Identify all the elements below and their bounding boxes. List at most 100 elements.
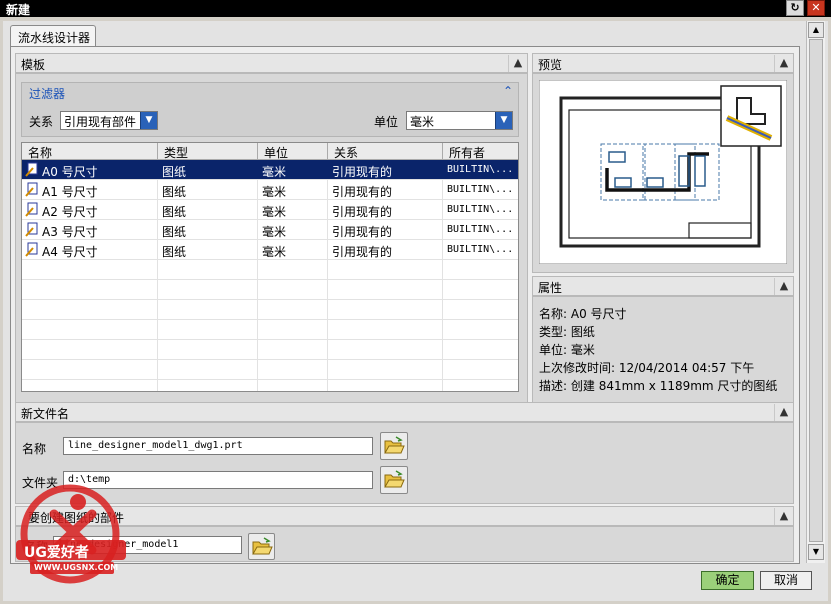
folder-open-icon (384, 436, 405, 454)
drawing-preview-image (539, 80, 787, 264)
drawing-template-icon (25, 242, 38, 257)
cell-owner: BUILTIN\... (447, 244, 514, 255)
cell-relation: 引用现有的 (332, 165, 393, 179)
folder-input[interactable]: d:\temp (63, 471, 373, 489)
ref-part-section-label: 要创建图纸的部件 (28, 511, 125, 525)
cell-unit: 毫米 (262, 205, 287, 219)
new-file-section-header[interactable]: 新文件名 ▲ (15, 402, 794, 422)
cell-unit: 毫米 (262, 245, 287, 259)
property-name: 名称: A0 号尺寸 (539, 307, 627, 321)
drawing-template-icon (25, 182, 38, 197)
folder-open-icon (252, 537, 273, 555)
cell-owner: BUILTIN\... (447, 224, 514, 235)
template-table[interactable]: 名称 类型 单位 关系 所有者 A0 号尺寸 图纸 毫米 引用现有的 BUILT… (21, 142, 519, 392)
drawing-template-icon (25, 202, 38, 217)
column-header-name[interactable]: 名称 (22, 143, 158, 160)
filter-group: 过滤器 ⌃ 关系 引用现有部件 ▼ 单位 毫米 ▼ (21, 82, 519, 137)
window-title: 新建 (6, 3, 31, 17)
ref-name-label: 名称 (24, 540, 49, 554)
cell-type: 图纸 (162, 165, 187, 179)
table-row-empty (22, 340, 518, 360)
cell-unit: 毫米 (262, 185, 287, 199)
folder-label: 文件夹 (22, 476, 59, 490)
ok-button[interactable]: 确定 (701, 571, 754, 590)
cell-name: A3 号尺寸 (42, 225, 98, 239)
preview-section-header[interactable]: 预览 ▲ (532, 53, 794, 73)
dialog-scrollbar[interactable]: ▲ ▼ (806, 21, 825, 563)
close-button[interactable]: ✕ (807, 0, 825, 16)
collapse-icon[interactable]: ▲ (774, 404, 793, 421)
table-row-empty (22, 280, 518, 300)
table-row[interactable]: A4 号尺寸 图纸 毫米 引用现有的 BUILTIN\... (22, 240, 518, 260)
table-row[interactable]: A3 号尺寸 图纸 毫米 引用现有的 BUILTIN\... (22, 220, 518, 240)
collapse-icon[interactable]: ▲ (774, 508, 793, 525)
filename-input[interactable]: line_designer_model1_dwg1.prt (63, 437, 373, 455)
properties-panel: 名称: A0 号尺寸 类型: 图纸 单位: 毫米 上次修改时间: 12/04/2… (532, 296, 794, 403)
scroll-thumb[interactable] (809, 39, 823, 542)
ref-part-input[interactable]: line_designer_model1 (53, 536, 242, 554)
cell-name: A4 号尺寸 (42, 245, 98, 259)
drawing-template-icon (25, 222, 38, 237)
cell-name: A2 号尺寸 (42, 205, 98, 219)
cell-relation: 引用现有的 (332, 185, 393, 199)
properties-section-label: 属性 (538, 281, 563, 295)
browse-ref-part-button[interactable] (248, 533, 275, 560)
column-header-type[interactable]: 类型 (158, 143, 258, 160)
template-section-header[interactable]: 模板 ▲ (15, 53, 528, 73)
folder-open-icon (384, 470, 405, 488)
name-label: 名称 (22, 442, 47, 456)
cell-owner: BUILTIN\... (447, 184, 514, 195)
cell-type: 图纸 (162, 185, 187, 199)
reset-button[interactable]: ↻ (786, 0, 804, 16)
collapse-icon[interactable]: ▲ (774, 278, 793, 295)
preview-section-label: 预览 (538, 58, 563, 72)
unit-label: 单位 (374, 115, 399, 129)
column-header-unit[interactable]: 单位 (258, 143, 328, 160)
tab-line-designer[interactable]: 流水线设计器 (10, 25, 96, 47)
relation-select[interactable]: 引用现有部件 ▼ (60, 111, 158, 130)
properties-section-header[interactable]: 属性 ▲ (532, 276, 794, 296)
table-row-empty (22, 360, 518, 380)
filter-collapse-icon[interactable]: ⌃ (503, 84, 513, 98)
table-row-empty (22, 260, 518, 280)
collapse-icon[interactable]: ▲ (508, 55, 527, 72)
preview-panel (532, 73, 794, 273)
table-row-empty (22, 300, 518, 320)
cell-relation: 引用现有的 (332, 225, 393, 239)
property-type: 类型: 图纸 (539, 325, 595, 339)
chevron-down-icon: ▼ (140, 112, 157, 129)
table-row[interactable]: A0 号尺寸 图纸 毫米 引用现有的 BUILTIN\... (22, 160, 518, 180)
cell-relation: 引用现有的 (332, 245, 393, 259)
column-header-relation[interactable]: 关系 (328, 143, 443, 160)
property-description: 描述: 创建 841mm x 1189mm 尺寸的图纸 (539, 379, 778, 393)
table-row[interactable]: A2 号尺寸 图纸 毫米 引用现有的 BUILTIN\... (22, 200, 518, 220)
cell-type: 图纸 (162, 205, 187, 219)
new-file-panel: 名称 line_designer_model1_dwg1.prt 文件夹 d:\… (15, 422, 794, 504)
column-header-owner[interactable]: 所有者 (443, 143, 518, 160)
cell-unit: 毫米 (262, 225, 287, 239)
browse-name-button[interactable] (380, 432, 408, 460)
cancel-button[interactable]: 取消 (760, 571, 812, 590)
cell-type: 图纸 (162, 245, 187, 259)
cell-type: 图纸 (162, 225, 187, 239)
ref-part-section-header[interactable]: 要创建图纸的部件 ▲ (15, 506, 794, 526)
ref-part-panel: 名称 line_designer_model1 (15, 526, 794, 562)
cell-relation: 引用现有的 (332, 205, 393, 219)
cell-unit: 毫米 (262, 165, 287, 179)
collapse-icon[interactable]: ▲ (774, 55, 793, 72)
property-unit: 单位: 毫米 (539, 343, 595, 357)
cell-name: A0 号尺寸 (42, 165, 98, 179)
unit-value: 毫米 (410, 115, 435, 129)
scroll-down-arrow-icon[interactable]: ▼ (808, 544, 824, 560)
title-bar: 新建 ↻ ✕ (0, 0, 831, 17)
new-file-section-label: 新文件名 (21, 407, 70, 421)
chevron-down-icon: ▼ (495, 112, 512, 129)
drawing-template-icon (25, 162, 38, 177)
unit-select[interactable]: 毫米 ▼ (406, 111, 513, 130)
template-section-label: 模板 (21, 58, 46, 72)
table-row-empty (22, 320, 518, 340)
scroll-up-arrow-icon[interactable]: ▲ (808, 22, 824, 38)
browse-folder-button[interactable] (380, 466, 408, 494)
cell-name: A1 号尺寸 (42, 185, 98, 199)
table-row[interactable]: A1 号尺寸 图纸 毫米 引用现有的 BUILTIN\... (22, 180, 518, 200)
